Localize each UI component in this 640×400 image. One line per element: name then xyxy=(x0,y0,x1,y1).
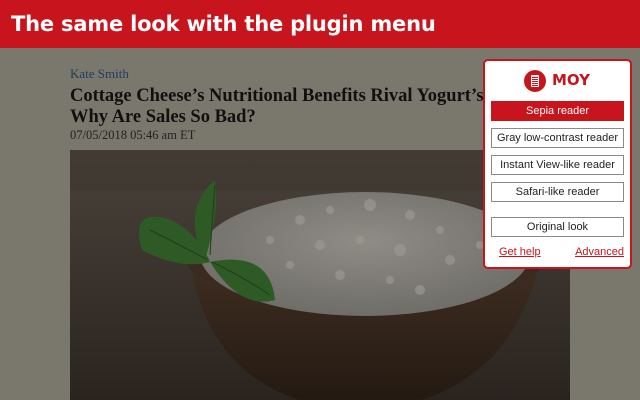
plugin-menu-panel: MOY Sepia reader Gray low-contrast reade… xyxy=(483,59,632,269)
safari-like-reader-button[interactable]: Safari-like reader xyxy=(491,182,624,202)
get-help-link[interactable]: Get help xyxy=(499,246,541,258)
document-icon xyxy=(524,70,546,92)
advanced-link[interactable]: Advanced xyxy=(575,246,624,258)
author-name[interactable]: Kate Smith xyxy=(70,66,129,82)
sepia-reader-button[interactable]: Sepia reader xyxy=(491,101,624,121)
page-banner-title: The same look with the plugin menu xyxy=(0,0,640,48)
plugin-logo: MOY xyxy=(485,69,630,95)
headline-line-1: Cottage Cheese’s Nutritional Benefits Ri… xyxy=(70,86,484,106)
original-look-button[interactable]: Original look xyxy=(491,217,624,237)
article-headline: Cottage Cheese’s Nutritional Benefits Ri… xyxy=(70,86,550,128)
article-date: 07/05/2018 05:46 am ET xyxy=(70,128,196,142)
gray-low-contrast-reader-button[interactable]: Gray low-contrast reader xyxy=(491,128,624,148)
plugin-brand-name: MOY xyxy=(552,71,591,89)
instant-view-reader-button[interactable]: Instant View-like reader xyxy=(491,155,624,175)
headline-line-2: Why Are Sales So Bad? xyxy=(70,107,256,127)
